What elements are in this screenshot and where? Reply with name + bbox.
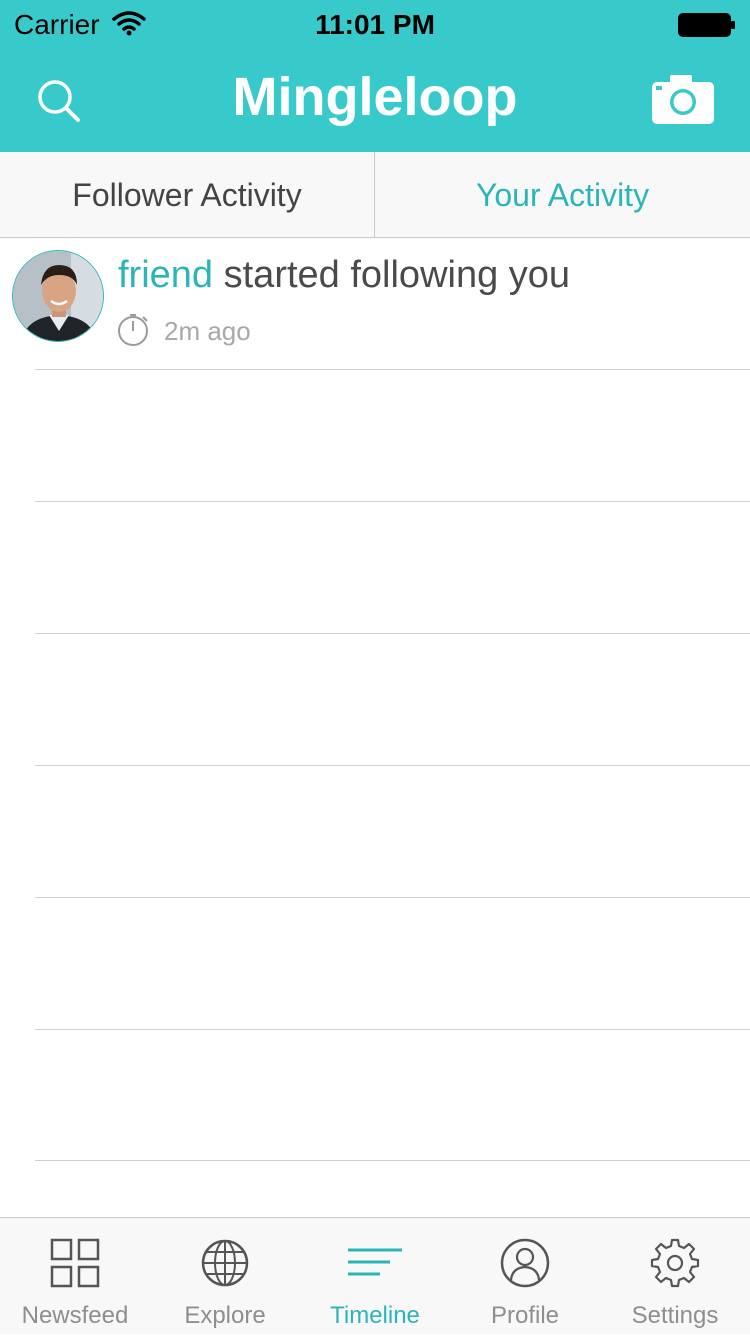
tabbar-item-settings[interactable]: Settings bbox=[600, 1218, 750, 1335]
stopwatch-icon bbox=[118, 314, 148, 346]
header: Carrier 11:01 PM Mingleloop bbox=[0, 0, 750, 152]
globe-icon bbox=[201, 1239, 249, 1287]
row-divider bbox=[35, 1029, 750, 1030]
status-bar: Carrier 11:01 PM bbox=[0, 0, 750, 52]
gear-icon bbox=[650, 1238, 700, 1288]
activity-action: started following you bbox=[223, 254, 571, 296]
tab-bar: Newsfeed Explore Timeline Profile Settin… bbox=[0, 1217, 750, 1334]
status-time: 11:01 PM bbox=[315, 9, 435, 40]
activity-item[interactable]: friend started following you 2m ago bbox=[0, 238, 750, 370]
avatar-image bbox=[13, 251, 103, 341]
row-divider bbox=[35, 1160, 750, 1161]
grid-icon bbox=[50, 1238, 100, 1288]
timeline-icon bbox=[348, 1248, 402, 1276]
row-divider bbox=[35, 897, 750, 898]
nav-bar: Mingleloop bbox=[0, 52, 750, 152]
tabbar-item-timeline[interactable]: Timeline bbox=[300, 1218, 450, 1335]
activity-timestamp: 2m ago bbox=[164, 316, 251, 346]
avatar[interactable] bbox=[12, 250, 104, 342]
row-divider bbox=[35, 369, 750, 370]
person-icon bbox=[500, 1238, 550, 1288]
row-divider bbox=[35, 765, 750, 766]
tabbar-item-explore[interactable]: Explore bbox=[150, 1218, 300, 1335]
tabbar-label: Settings bbox=[631, 1302, 719, 1329]
tab-follower-activity[interactable]: Follower Activity bbox=[0, 152, 375, 238]
tabbar-item-profile[interactable]: Profile bbox=[450, 1218, 600, 1335]
activity-segmented-control: Follower Activity Your Activity bbox=[0, 152, 750, 238]
camera-icon[interactable] bbox=[650, 72, 716, 126]
activity-text: friend started following you bbox=[118, 254, 570, 297]
row-divider bbox=[35, 633, 750, 634]
battery-icon bbox=[678, 13, 735, 37]
tabbar-label: Newsfeed bbox=[21, 1302, 129, 1329]
tabbar-label: Profile bbox=[490, 1302, 560, 1329]
row-divider bbox=[35, 501, 750, 502]
tab-your-activity[interactable]: Your Activity bbox=[375, 152, 750, 238]
tabbar-item-newsfeed[interactable]: Newsfeed bbox=[0, 1218, 150, 1335]
activity-username[interactable]: friend bbox=[118, 254, 213, 296]
app-title: Mingleloop bbox=[232, 67, 518, 127]
tabbar-label: Timeline bbox=[330, 1302, 420, 1329]
tabbar-label: Explore bbox=[184, 1302, 266, 1329]
